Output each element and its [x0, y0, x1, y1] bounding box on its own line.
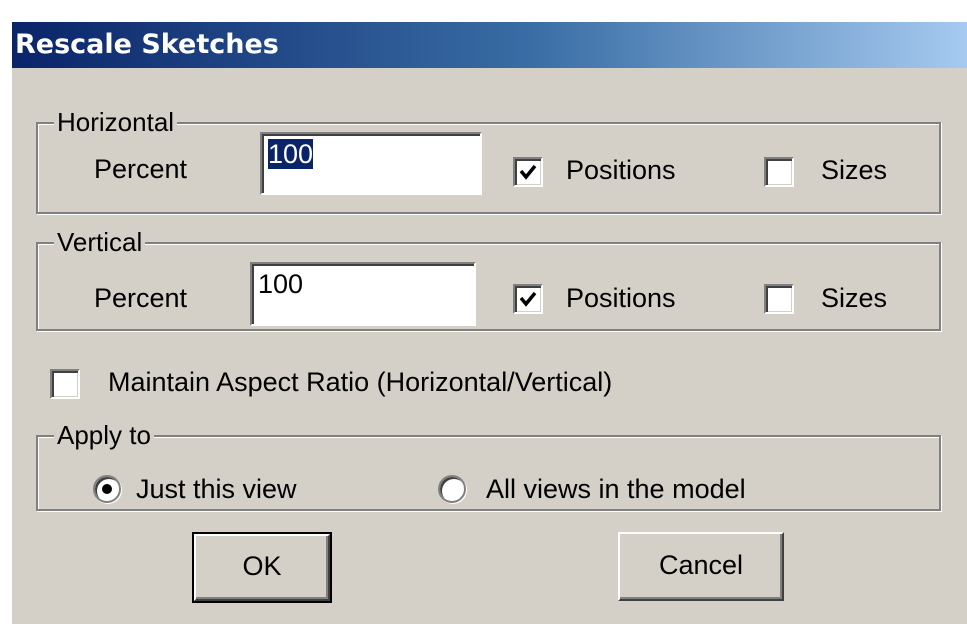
apply-to-legend: Apply to — [54, 420, 154, 450]
vertical-sizes-label: Sizes — [821, 283, 888, 313]
checkmark-icon — [519, 164, 537, 180]
ok-button[interactable]: OK — [192, 532, 332, 603]
vertical-group: Vertical Percent 100 Positions Sizes — [36, 227, 941, 331]
vertical-sizes-checkbox[interactable] — [764, 284, 794, 314]
vertical-positions-checkbox[interactable] — [513, 284, 543, 314]
rescale-sketches-dialog: Rescale Sketches Horizontal Percent 100 … — [12, 22, 967, 624]
horizontal-percent-value: 100 — [268, 139, 314, 169]
horizontal-positions-label: Positions — [566, 155, 676, 185]
maintain-aspect-ratio-checkbox[interactable] — [50, 369, 80, 399]
vertical-percent-label: Percent — [94, 283, 188, 313]
cancel-button[interactable]: Cancel — [618, 532, 784, 601]
radio-selected-dot — [102, 484, 112, 494]
horizontal-percent-label: Percent — [94, 154, 188, 184]
horizontal-positions-checkbox[interactable] — [513, 157, 543, 187]
all-views-radio[interactable] — [438, 475, 466, 503]
apply-to-group: Apply to Just this view All views in the… — [36, 420, 941, 511]
vertical-legend: Vertical — [54, 227, 146, 257]
checkmark-icon — [519, 291, 537, 307]
vertical-percent-value: 100 — [258, 269, 304, 299]
just-this-view-label: Just this view — [136, 474, 297, 504]
horizontal-group: Horizontal Percent 100 Positions Sizes — [36, 107, 941, 214]
title-bar[interactable]: Rescale Sketches — [12, 22, 967, 68]
horizontal-legend: Horizontal — [54, 107, 178, 137]
horizontal-percent-input[interactable]: 100 — [260, 132, 482, 195]
maintain-aspect-ratio-label: Maintain Aspect Ratio (Horizontal/Vertic… — [108, 367, 613, 397]
just-this-view-radio[interactable] — [93, 475, 121, 503]
horizontal-sizes-label: Sizes — [821, 155, 888, 185]
dialog-title: Rescale Sketches — [15, 29, 279, 60]
all-views-label: All views in the model — [486, 474, 746, 504]
horizontal-sizes-checkbox[interactable] — [764, 157, 794, 187]
vertical-percent-input[interactable]: 100 — [250, 262, 476, 326]
vertical-positions-label: Positions — [566, 283, 676, 313]
